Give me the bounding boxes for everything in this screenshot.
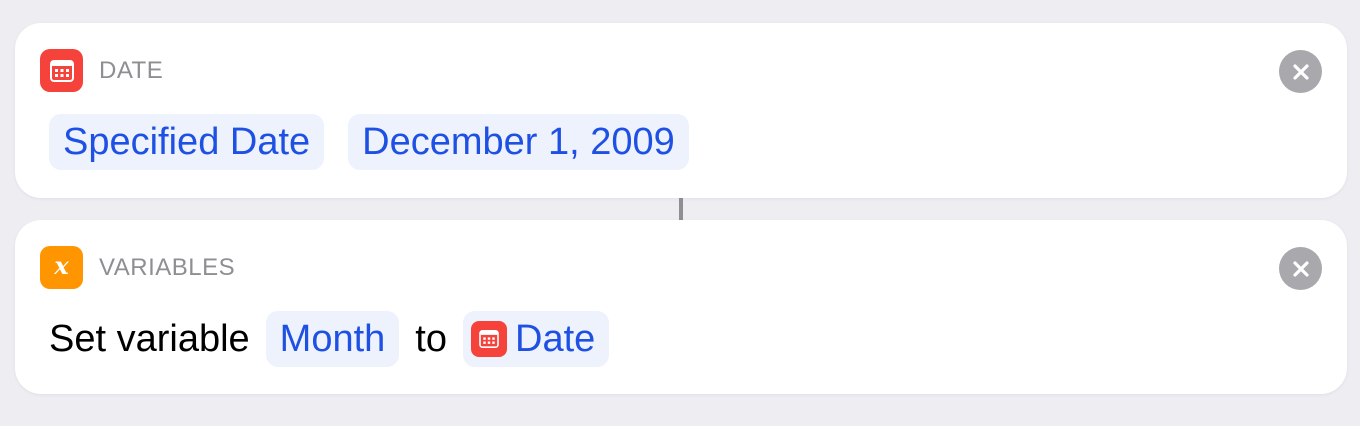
date-action-card[interactable]: DATE Specified Date December 1, 2009 — [15, 23, 1347, 198]
remove-date-action-button[interactable] — [1279, 50, 1322, 93]
close-icon — [1292, 260, 1309, 277]
variable-x-icon: x — [40, 246, 83, 289]
date-action-params: Specified Date December 1, 2009 — [49, 114, 689, 170]
date-value-token[interactable]: December 1, 2009 — [348, 114, 689, 170]
calendar-icon — [40, 49, 83, 92]
set-variable-label: Set variable — [49, 318, 250, 360]
date-variable-label: Date — [515, 318, 596, 360]
set-variable-action-card[interactable]: x VARIABLES Set variable Month to Date — [15, 220, 1347, 394]
variables-action-header: x VARIABLES — [40, 246, 235, 289]
variables-action-title: VARIABLES — [99, 253, 236, 281]
close-icon — [1292, 63, 1309, 80]
variable-name-token[interactable]: Month — [265, 311, 400, 367]
set-variable-params: Set variable Month to Date — [49, 311, 610, 367]
date-action-header: DATE — [40, 49, 163, 92]
date-mode-token[interactable]: Specified Date — [49, 114, 325, 170]
action-connector — [679, 198, 683, 220]
date-variable-token[interactable]: Date — [463, 311, 610, 367]
date-action-title: DATE — [99, 56, 164, 84]
calendar-icon — [471, 321, 507, 357]
remove-variable-action-button[interactable] — [1279, 247, 1322, 290]
shortcut-editor: DATE Specified Date December 1, 2009 x V… — [0, 0, 1360, 426]
to-label: to — [415, 318, 447, 360]
